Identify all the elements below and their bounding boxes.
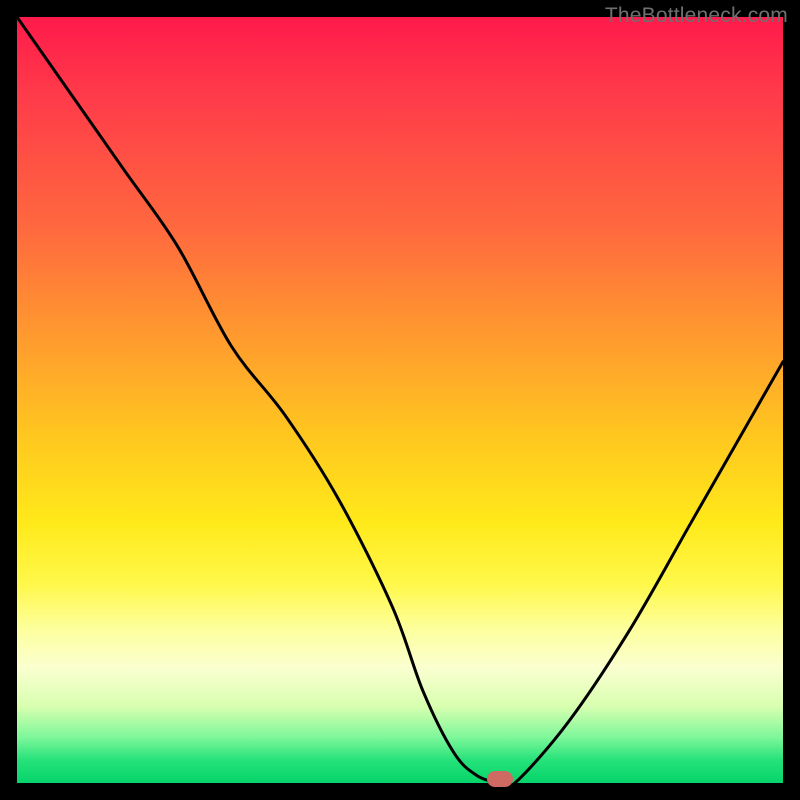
plot-area (17, 17, 783, 783)
watermark-text: TheBottleneck.com (605, 4, 788, 28)
bottleneck-curve (17, 17, 783, 783)
chart-frame: TheBottleneck.com (0, 0, 800, 800)
optimum-marker (487, 771, 513, 787)
